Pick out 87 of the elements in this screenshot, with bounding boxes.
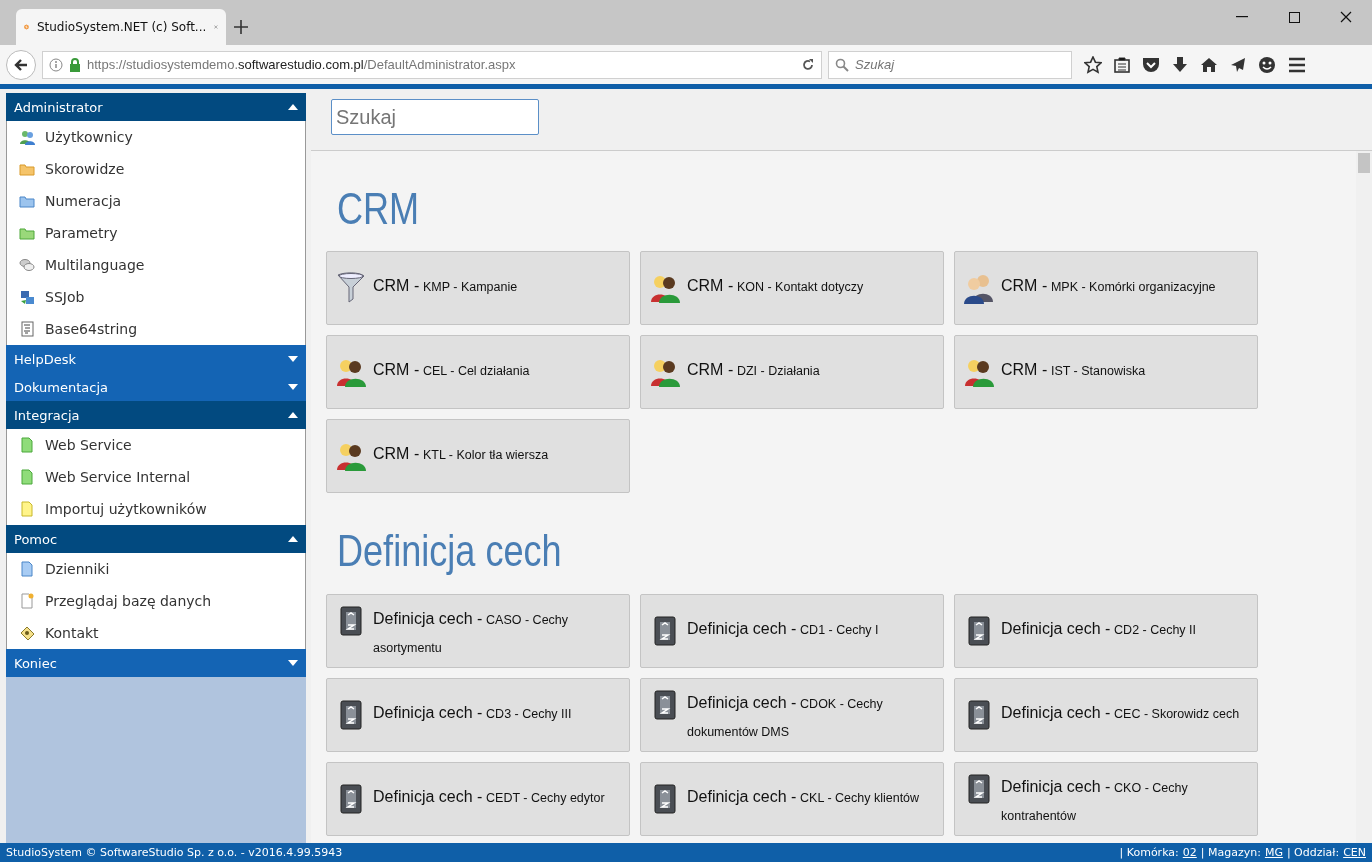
page-icon: [19, 501, 35, 517]
funnel-icon: [335, 272, 367, 305]
sidebar-item[interactable]: Base64string: [7, 313, 305, 345]
browser-tab[interactable]: StudioSystem.NET (c) Soft...: [16, 9, 226, 45]
copyright-text: StudioSystem © SoftwareStudio Sp. z o.o. - v2016.4.99.5943: [6, 846, 343, 859]
module-tile[interactable]: CRM - CEL - Cel działania: [326, 335, 630, 410]
star-icon[interactable]: [1084, 55, 1102, 74]
search-field[interactable]: Szukaj: [331, 99, 539, 135]
section-header[interactable]: Koniec: [6, 649, 306, 677]
download-icon[interactable]: [1172, 55, 1188, 74]
contact-card-icon: [19, 625, 35, 641]
section-header[interactable]: Pomoc: [6, 525, 306, 553]
status-link[interactable]: MG: [1264, 846, 1283, 859]
module-tile[interactable]: CRM - IST - Stanowiska: [954, 335, 1258, 410]
menu-icon[interactable]: [1288, 56, 1306, 73]
module-tile[interactable]: Definicja cech - CASO - Cechy asortymentu: [326, 593, 630, 668]
module-tile[interactable]: CRM - KMP - Kampanie: [326, 251, 630, 326]
module-tile[interactable]: CRM - MPK - Komórki organizacyjne: [954, 251, 1258, 326]
reading-list-icon[interactable]: [1114, 56, 1130, 73]
expand-icon: [288, 384, 298, 390]
plus-icon[interactable]: [234, 20, 248, 34]
folder-icon: [19, 193, 35, 209]
pocket-icon[interactable]: [1142, 55, 1160, 74]
url-field[interactable]: https://studiosystemdemo.softwarestudio.com.pl/DefaultAdministrator.aspx: [42, 50, 822, 79]
home-icon[interactable]: [1200, 56, 1218, 73]
folder-icon: [19, 161, 35, 177]
status-link[interactable]: CEN: [1343, 846, 1366, 859]
expand-icon: [288, 660, 298, 666]
search-field[interactable]: Szukaj: [828, 50, 1072, 79]
expand-icon: [288, 356, 298, 362]
section-header[interactable]: Integracja: [6, 401, 306, 429]
status-label: | Komórka:: [1119, 846, 1179, 859]
page-icon: [19, 437, 35, 453]
sidebar-item[interactable]: Web Service: [7, 429, 305, 461]
collapse-icon: [288, 536, 298, 542]
section-heading: Definicja cech: [337, 527, 563, 576]
sidebar-item[interactable]: Dzienniki: [7, 553, 305, 585]
scrollbar[interactable]: [1356, 151, 1372, 843]
new-page-icon: [19, 593, 35, 609]
status-link[interactable]: 02: [1182, 846, 1197, 859]
section-header[interactable]: Dokumentacja: [6, 373, 306, 401]
speech-bubbles-icon: [19, 257, 35, 273]
sidebar-item[interactable]: Użytkownicy: [7, 121, 305, 153]
page-icon: [19, 561, 35, 577]
users-icon: [19, 129, 35, 145]
business-people-icon: [963, 272, 995, 305]
sidebar-item[interactable]: Kontakt: [7, 617, 305, 649]
section-heading: CRM: [337, 185, 421, 234]
module-tile[interactable]: CRM - KON - Kontakt dotyczy: [640, 251, 944, 326]
tab-title: StudioSystem.NET (c) Soft...: [36, 20, 207, 34]
module-tile[interactable]: Definicja cech - CEDT - Cechy edytor: [326, 761, 630, 836]
sidebar-item[interactable]: Skorowidze: [7, 153, 305, 185]
reload-icon[interactable]: [801, 57, 815, 72]
module-tile[interactable]: Definicja cech - CEC - Skorowidz cech: [954, 677, 1258, 752]
sidebar-item[interactable]: Przeglądaj bazę danych: [7, 585, 305, 617]
module-tile[interactable]: Definicja cech - CD1 - Cechy I: [640, 593, 944, 668]
sidebar-item[interactable]: Numeracja: [7, 185, 305, 217]
info-icon[interactable]: [49, 57, 63, 72]
status-label: | Magazyn:: [1200, 846, 1261, 859]
back-arrow-icon: [14, 57, 28, 72]
maximize-icon[interactable]: [1288, 11, 1300, 23]
sidebar-item[interactable]: Importuj użytkowników: [7, 493, 305, 525]
section-header[interactable]: Administrator: [6, 93, 306, 121]
module-tile[interactable]: CRM - KTL - Kolor tła wiersza: [326, 419, 630, 494]
back-button[interactable]: [6, 49, 36, 80]
minimize-icon[interactable]: [1236, 16, 1248, 18]
module-tile[interactable]: Definicja cech - CD3 - Cechy III: [326, 677, 630, 752]
sidebar-item[interactable]: Parametry: [7, 217, 305, 249]
module-tile[interactable]: Definicja cech - CKL - Cechy klientów: [640, 761, 944, 836]
module-tile[interactable]: Definicja cech - CKO - Cechy kontrahentów: [954, 761, 1258, 836]
status-label: | Oddział:: [1286, 846, 1340, 859]
section-header[interactable]: HelpDesk: [6, 345, 306, 373]
folder-icon: [19, 225, 35, 241]
module-tile[interactable]: CRM - DZI - Działania: [640, 335, 944, 410]
close-icon[interactable]: [1340, 11, 1352, 23]
text-document-icon: [19, 321, 35, 337]
send-icon[interactable]: [1230, 56, 1246, 73]
lock-icon: [69, 57, 81, 72]
collapse-icon: [288, 104, 298, 110]
page-icon: [19, 469, 35, 485]
sidebar-item[interactable]: Multilanguage: [7, 249, 305, 281]
sidebar-item[interactable]: Web Service Internal: [7, 461, 305, 493]
sidebar-item[interactable]: SSJob: [7, 281, 305, 313]
smiley-icon[interactable]: [1258, 55, 1276, 74]
collapse-icon: [288, 412, 298, 418]
module-tile[interactable]: Definicja cech - CD2 - Cechy II: [954, 593, 1258, 668]
module-tile[interactable]: Definicja cech - CDOK - Cechy dokumentów DMS: [640, 677, 944, 752]
